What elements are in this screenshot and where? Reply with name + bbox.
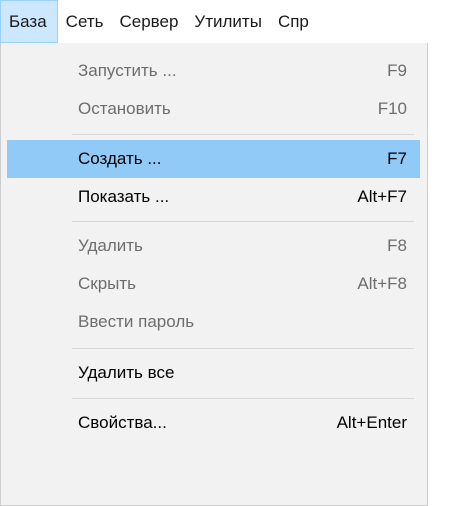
- menu-item-shortcut: F10: [377, 99, 407, 118]
- menu-item-delete-all[interactable]: Удалить все: [7, 354, 420, 392]
- menubar-item-utilities[interactable]: Утилиты: [186, 0, 270, 43]
- menu-item-start[interactable]: Запустить ... F9: [7, 52, 420, 90]
- menu-item-shortcut: F9: [387, 61, 407, 80]
- menu-item-label: Удалить все: [78, 363, 175, 382]
- menubar-item-network[interactable]: Сеть: [58, 0, 112, 43]
- menu-bar: База Сеть Сервер Утилиты Спр: [0, 0, 449, 43]
- menu-item-shortcut: Alt+F7: [357, 187, 407, 206]
- menu-item-label: Ввести пароль: [78, 312, 195, 331]
- menu-item-label: Скрыть: [78, 274, 137, 293]
- menu-separator: [72, 398, 414, 399]
- menu-item-stop[interactable]: Остановить F10: [7, 90, 420, 128]
- menu-item-label: Показать ...: [78, 187, 170, 206]
- menu-separator: [72, 134, 414, 135]
- menubar-item-server[interactable]: Сервер: [111, 0, 186, 43]
- menu-item-shortcut: F8: [387, 236, 407, 255]
- menu-item-shortcut: F7: [387, 149, 407, 168]
- menu-separator: [72, 221, 414, 222]
- menu-item-label: Свойства...: [78, 413, 167, 432]
- menu-item-properties[interactable]: Свойства... Alt+Enter: [7, 404, 420, 442]
- menu-item-label: Удалить: [78, 236, 143, 255]
- menubar-item-database[interactable]: База: [0, 0, 58, 43]
- menu-item-enter-password[interactable]: Ввести пароль: [7, 303, 420, 341]
- menu-item-show[interactable]: Показать ... Alt+F7: [7, 178, 420, 216]
- menubar-item-help[interactable]: Спр: [270, 0, 317, 43]
- menu-item-shortcut: Alt+F8: [357, 274, 407, 293]
- menu-item-label: Запустить ...: [78, 61, 177, 80]
- menu-item-create[interactable]: Создать ... F7: [7, 140, 420, 178]
- menu-item-delete[interactable]: Удалить F8: [7, 227, 420, 265]
- database-dropdown-menu: Запустить ... F9 Остановить F10 Создать …: [0, 43, 428, 506]
- menu-separator: [72, 348, 414, 349]
- menu-item-hide[interactable]: Скрыть Alt+F8: [7, 265, 420, 303]
- menu-item-label: Остановить: [78, 99, 171, 118]
- menu-item-shortcut: Alt+Enter: [336, 413, 407, 432]
- menu-item-label: Создать ...: [78, 149, 162, 168]
